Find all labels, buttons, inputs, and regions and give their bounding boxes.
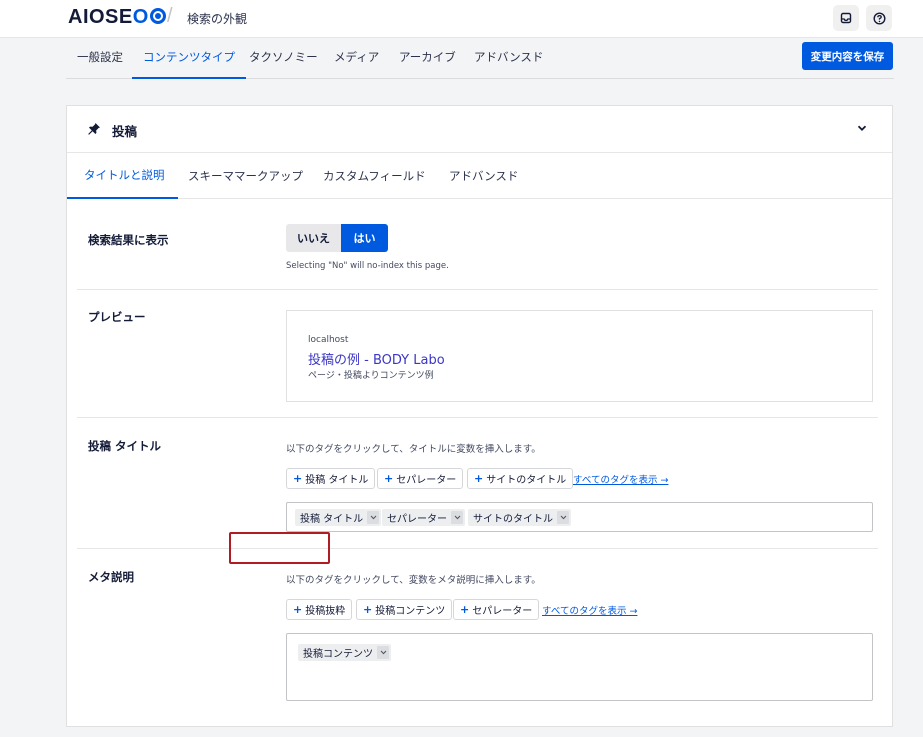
- plus-icon: +: [384, 472, 394, 485]
- help-button[interactable]: [866, 5, 892, 31]
- insert-separator-tag-button[interactable]: + セパレーター: [377, 468, 464, 489]
- yes-button[interactable]: はい: [341, 224, 388, 252]
- breadcrumb: 検索の外観: [187, 12, 248, 26]
- insert-post-title-tag-button[interactable]: + 投稿 タイトル: [286, 468, 376, 489]
- tag-label: セパレーター: [396, 475, 457, 486]
- tag-chip[interactable]: 投稿 タイトル: [295, 509, 382, 526]
- card-title: 投稿: [112, 124, 138, 139]
- card-header[interactable]: 投稿: [67, 106, 892, 153]
- chevron-down-icon[interactable]: [451, 511, 463, 524]
- help-icon: [872, 11, 886, 25]
- tab-advanced[interactable]: アドバンスド: [474, 39, 543, 79]
- meta-description-instruction: 以下のタグをクリックして、変数をメタ説明に挿入します。: [286, 575, 541, 586]
- search-preview: localhost 投稿の例 - BODY Labo ページ・投稿よりコンテンツ…: [286, 310, 873, 402]
- tab-taxonomies[interactable]: タクソノミー: [249, 39, 318, 79]
- preview-title: 投稿の例 - BODY Labo: [308, 353, 445, 368]
- insert-separator-tag-button[interactable]: + セパレーター: [453, 599, 540, 620]
- highlight-box: [229, 532, 330, 564]
- tag-chip[interactable]: セパレーター: [382, 509, 465, 526]
- preview-label: プレビュー: [88, 310, 146, 324]
- save-changes-button[interactable]: 変更内容を保存: [802, 42, 893, 70]
- chevron-down-icon[interactable]: [377, 646, 389, 659]
- noindex-hint: Selecting "No" will no-index this page.: [286, 261, 449, 271]
- view-all-tags-link[interactable]: すべてのタグを表示 →: [573, 472, 668, 486]
- preview-description: ページ・投稿よりコンテンツ例: [308, 371, 434, 381]
- insert-post-content-tag-button[interactable]: + 投稿コンテンツ: [356, 599, 453, 620]
- tag-label: 投稿コンテンツ: [375, 606, 446, 617]
- plus-icon: +: [460, 603, 470, 616]
- chip-label: サイトのタイトル: [473, 514, 553, 525]
- tag-chip[interactable]: サイトのタイトル: [468, 509, 571, 526]
- card-tabs: タイトルと説明 スキーママークアップ カスタムフィールド アドバンスド: [67, 153, 892, 199]
- tag-label: 投稿抜粋: [305, 606, 346, 617]
- meta-description-label: メタ説明: [88, 570, 134, 584]
- tab-archives[interactable]: アーカイブ: [399, 39, 456, 79]
- chip-label: 投稿 タイトル: [300, 514, 364, 525]
- chip-label: セパレーター: [387, 514, 447, 525]
- breadcrumb-separator: /: [167, 5, 173, 27]
- post-type-card: 投稿 タイトルと説明 スキーママークアップ カスタムフィールド アドバンスド 検…: [66, 105, 893, 727]
- chevron-down-icon[interactable]: [367, 511, 380, 524]
- tab-media[interactable]: メディア: [334, 39, 379, 79]
- divider: [77, 548, 878, 549]
- no-button[interactable]: いいえ: [286, 224, 341, 252]
- show-in-search-label: 検索結果に表示: [88, 233, 169, 247]
- tab-card-advanced[interactable]: アドバンスド: [449, 153, 518, 199]
- gear-icon: [149, 8, 166, 24]
- insert-site-title-tag-button[interactable]: + サイトのタイトル: [467, 468, 574, 489]
- view-all-tags-link[interactable]: すべてのタグを表示 →: [542, 603, 637, 617]
- show-in-search-toggle: いいえ はい: [286, 224, 388, 252]
- post-title-label: 投稿 タイトル: [88, 439, 162, 453]
- tab-title-description[interactable]: タイトルと説明: [67, 153, 178, 199]
- plus-icon: +: [293, 603, 303, 616]
- tab-schema-markup[interactable]: スキーママークアップ: [188, 153, 303, 199]
- logo-accent-letter: O: [132, 6, 149, 28]
- logo-text: AIOSE: [68, 6, 133, 28]
- tab-general[interactable]: 一般設定: [77, 39, 123, 79]
- chevron-down-icon[interactable]: [557, 511, 569, 524]
- plus-icon: +: [474, 472, 484, 485]
- meta-description-editor[interactable]: 投稿コンテンツ: [286, 633, 873, 701]
- post-title-editor[interactable]: 投稿 タイトル セパレーター サイトのタイトル: [286, 502, 873, 532]
- top-bar: AIOSEO / 検索の外観: [0, 0, 923, 38]
- chip-label: 投稿コンテンツ: [303, 649, 373, 660]
- settings-tabs: 一般設定 コンテンツタイプ タクソノミー メディア アーカイブ アドバンスド: [66, 39, 894, 79]
- post-title-instruction: 以下のタグをクリックして、タイトルに変数を挿入します。: [286, 444, 541, 455]
- divider: [77, 417, 878, 418]
- preview-host: localhost: [308, 335, 349, 345]
- aioseo-logo[interactable]: AIOSEO: [68, 6, 166, 28]
- tag-label: サイトのタイトル: [486, 475, 567, 486]
- tab-custom-fields[interactable]: カスタムフィールド: [323, 153, 426, 199]
- tag-label: セパレーター: [472, 606, 533, 617]
- tag-label: 投稿 タイトル: [305, 475, 369, 486]
- insert-post-excerpt-tag-button[interactable]: + 投稿抜粋: [286, 599, 353, 620]
- tab-content-types[interactable]: コンテンツタイプ: [132, 39, 246, 79]
- pin-icon: [88, 123, 100, 135]
- inbox-button[interactable]: [833, 5, 859, 31]
- chevron-down-icon[interactable]: [856, 122, 868, 134]
- plus-icon: +: [293, 472, 303, 485]
- plus-icon: +: [363, 603, 373, 616]
- inbox-icon: [840, 12, 852, 24]
- tag-chip[interactable]: 投稿コンテンツ: [298, 644, 391, 661]
- divider: [77, 289, 878, 290]
